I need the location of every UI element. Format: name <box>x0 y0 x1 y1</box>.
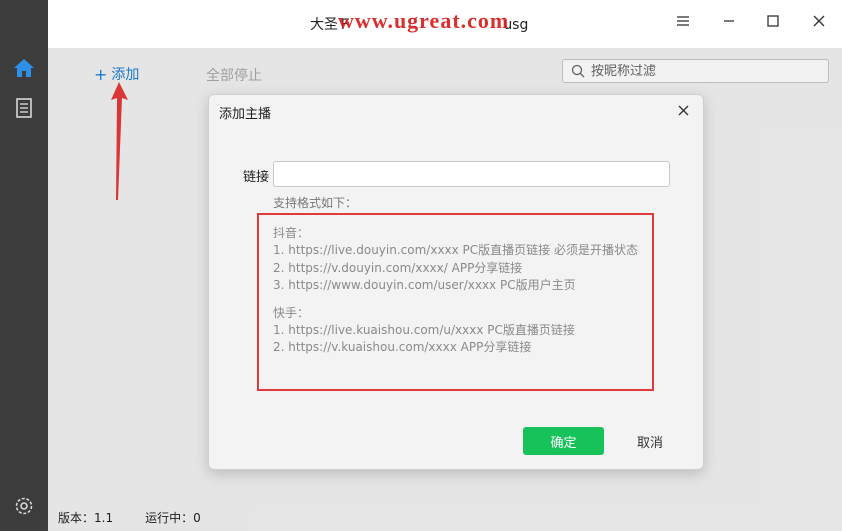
douyin-format-3: 3. https://www.douyin.com/user/xxxx PC版用… <box>273 278 576 292</box>
close-icon[interactable] <box>808 10 830 32</box>
minimize-icon[interactable] <box>718 10 740 32</box>
douyin-title: 抖音： <box>273 226 310 240</box>
home-icon[interactable] <box>12 56 36 80</box>
dialog-title: 添加主播 <box>219 107 272 122</box>
kuaishou-title: 快手： <box>273 306 310 320</box>
formats-title: 支持格式如下： <box>273 196 358 210</box>
kuaishou-format-1: 1. https://live.kuaishou.com/u/xxxx PC版直… <box>273 323 575 337</box>
link-label: 链接 <box>243 170 270 185</box>
kuaishou-format-2: 2. https://v.kuaishou.com/xxxx APP分享链接 <box>273 340 532 354</box>
dialog-close-icon[interactable] <box>674 101 692 119</box>
confirm-button[interactable]: 确定 <box>523 427 604 455</box>
document-icon[interactable] <box>12 96 36 120</box>
douyin-format-2: 2. https://v.douyin.com/xxxx/ APP分享链接 <box>273 261 523 275</box>
watermark: www.ugreat.com <box>338 8 510 33</box>
douyin-format-1: 1. https://live.douyin.com/xxxx PC版直播页链接… <box>273 243 638 257</box>
formats-highlight-box <box>257 213 654 391</box>
cancel-button[interactable]: 取消 <box>637 432 663 451</box>
link-input[interactable] <box>273 161 670 187</box>
add-streamer-dialog: 添加主播 链接 支持格式如下： 抖音： 1. https://live.douy… <box>208 94 704 470</box>
menu-icon[interactable] <box>672 10 694 32</box>
settings-icon[interactable] <box>12 494 36 518</box>
title-bar: 大圣Ｆ usg www.ugreat.com <box>48 0 842 48</box>
sidebar <box>0 0 48 531</box>
maximize-icon[interactable] <box>762 10 784 32</box>
